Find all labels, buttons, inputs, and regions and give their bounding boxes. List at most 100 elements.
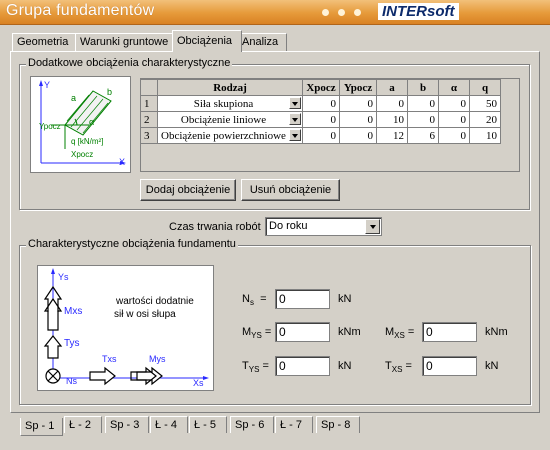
ys-axis-label: Ys <box>58 272 69 282</box>
tab-sp-1[interactable]: Sp - 1 <box>20 418 63 436</box>
alpha-cell[interactable]: 0 <box>438 95 470 112</box>
header-index <box>140 79 158 96</box>
header-b: b <box>407 79 439 96</box>
xpocz-cell[interactable]: 0 <box>302 95 340 112</box>
chevron-down-icon[interactable] <box>289 129 301 141</box>
foundation-loads-legend: Charakterystyczne obciążenia fundamentu <box>26 238 238 250</box>
mxs-unit: kNm <box>485 326 508 338</box>
mys-input[interactable]: 0 <box>275 322 330 342</box>
tab-warunki-gruntowe[interactable]: Warunki gruntowe <box>75 33 173 51</box>
remove-load-button[interactable]: Usuń obciążenie <box>241 179 340 201</box>
tab-sp-3[interactable]: Sp - 3 <box>105 416 149 433</box>
title-decoration-dots <box>322 7 370 19</box>
b-cell[interactable]: 0 <box>407 95 439 112</box>
alpha-cell[interactable]: 0 <box>438 127 470 144</box>
dot-icon <box>322 9 329 16</box>
tys-unit: kN <box>338 360 352 372</box>
alpha-cell[interactable]: 0 <box>438 111 470 128</box>
b-cell[interactable]: 0 <box>407 111 439 128</box>
load-type-cell[interactable]: Obciążenie liniowe <box>157 111 303 128</box>
header-ypocz: Ypocz <box>339 79 377 96</box>
header-alpha: α <box>438 79 470 96</box>
mxs-input[interactable]: 0 <box>422 322 477 342</box>
header-q: q <box>469 79 501 96</box>
b-cell[interactable]: 6 <box>407 127 439 144</box>
q-cell[interactable]: 20 <box>469 111 501 128</box>
a-dim-label: a <box>71 93 77 103</box>
txs-input[interactable]: 0 <box>422 356 477 376</box>
mys-unit: kNm <box>338 326 361 338</box>
duration-select[interactable]: Do roku <box>265 217 382 236</box>
chevron-down-icon[interactable] <box>289 97 301 109</box>
positive-values-note-1: wartości dodatnie <box>116 296 194 307</box>
q-label: q [kN/m²] <box>71 137 104 146</box>
ns-field-label: Ns = <box>242 293 267 308</box>
tab-geometria[interactable]: Geometria <box>12 33 76 51</box>
chevron-down-icon[interactable] <box>365 219 380 234</box>
tys-field-label: TYS = <box>242 360 269 375</box>
a-cell[interactable]: 10 <box>376 111 408 128</box>
b-dim-label: b <box>107 87 113 97</box>
a-cell[interactable]: 0 <box>376 95 408 112</box>
ypocz-label: Ypocz <box>39 122 61 131</box>
header-rodzaj: Rodzaj <box>157 79 303 96</box>
additional-loads-legend: Dodatkowe obciążenia charakterystyczne <box>26 57 233 69</box>
tab-l-4[interactable]: Ł - 4 <box>150 416 188 433</box>
ns-input[interactable]: 0 <box>275 289 330 309</box>
add-load-button[interactable]: Dodaj obciążenie <box>140 179 236 201</box>
window-title: Grupa fundamentów <box>6 2 155 19</box>
load-type-cell[interactable]: Siła skupiona <box>157 95 303 112</box>
xs-axis-label: Xs <box>193 378 204 388</box>
txs-unit: kN <box>485 360 499 372</box>
tys-input[interactable]: 0 <box>275 356 330 376</box>
header-xpocz: Xpocz <box>302 79 340 96</box>
load-type-value: Obciążenie powierzchniowe <box>161 129 286 142</box>
x-axis-label: X <box>119 157 126 167</box>
table-row: 3 Obciążenie powierzchniowe 0 0 12 6 0 1… <box>140 127 501 144</box>
row-index[interactable]: 3 <box>140 127 158 144</box>
chevron-down-icon[interactable] <box>289 113 301 125</box>
y-axis-label: Y <box>44 80 51 90</box>
header-a: a <box>376 79 408 96</box>
tab-sp-6[interactable]: Sp - 6 <box>230 416 274 433</box>
mxs-label: Mxs <box>64 306 83 317</box>
tab-l-5[interactable]: Ł - 5 <box>189 416 227 433</box>
ns-unit: kN <box>338 293 352 305</box>
table-header-row: Rodzaj Xpocz Ypocz a b α q <box>140 79 501 96</box>
mys-field-label: MYS = <box>242 326 272 341</box>
q-cell[interactable]: 50 <box>469 95 501 112</box>
txs-label: Txs <box>102 354 117 364</box>
tab-obciazenia[interactable]: Obciążenia <box>172 30 242 52</box>
mys-label: Mys <box>149 354 166 364</box>
mxs-field-label: MXS = <box>385 326 415 341</box>
tab-sp-8[interactable]: Sp - 8 <box>316 416 360 433</box>
tab-l-2[interactable]: Ł - 2 <box>64 416 102 433</box>
ns-label: Ns <box>66 376 77 386</box>
foundation-forces-diagram: Ys Mxs Tys Ns Txs Mys Xs wartości dodatn… <box>37 265 214 391</box>
a-cell[interactable]: 12 <box>376 127 408 144</box>
txs-field-label: TXS = <box>385 360 412 375</box>
load-type-value: Obciążenie liniowe <box>180 113 267 126</box>
alpha-label: α <box>89 117 95 127</box>
row-index[interactable]: 2 <box>140 111 158 128</box>
table-row: 2 Obciążenie liniowe 0 0 10 0 0 20 <box>140 111 501 128</box>
ypocz-cell[interactable]: 0 <box>339 127 377 144</box>
tab-l-7[interactable]: Ł - 7 <box>275 416 313 433</box>
loads-table: Rodzaj Xpocz Ypocz a b α q 1 Siła skupio… <box>140 79 501 144</box>
ypocz-cell[interactable]: 0 <box>339 111 377 128</box>
xpocz-cell[interactable]: 0 <box>302 127 340 144</box>
brand-logo: INTERsoft <box>378 3 459 20</box>
load-type-cell[interactable]: Obciążenie powierzchniowe <box>157 127 303 144</box>
forces-svg <box>43 268 209 386</box>
tab-analiza[interactable]: Analiza <box>237 33 287 51</box>
tys-label: Tys <box>64 338 80 349</box>
row-index[interactable]: 1 <box>140 95 158 112</box>
ypocz-cell[interactable]: 0 <box>339 95 377 112</box>
xpocz-label: Xpocz <box>71 150 94 159</box>
load-type-value: Siła skupiona <box>193 97 254 110</box>
title-bar: Grupa fundamentów INTERsoft <box>0 0 550 25</box>
dot-icon <box>338 9 345 16</box>
q-cell[interactable]: 10 <box>469 127 501 144</box>
duration-label: Czas trwania robót <box>169 221 261 233</box>
xpocz-cell[interactable]: 0 <box>302 111 340 128</box>
